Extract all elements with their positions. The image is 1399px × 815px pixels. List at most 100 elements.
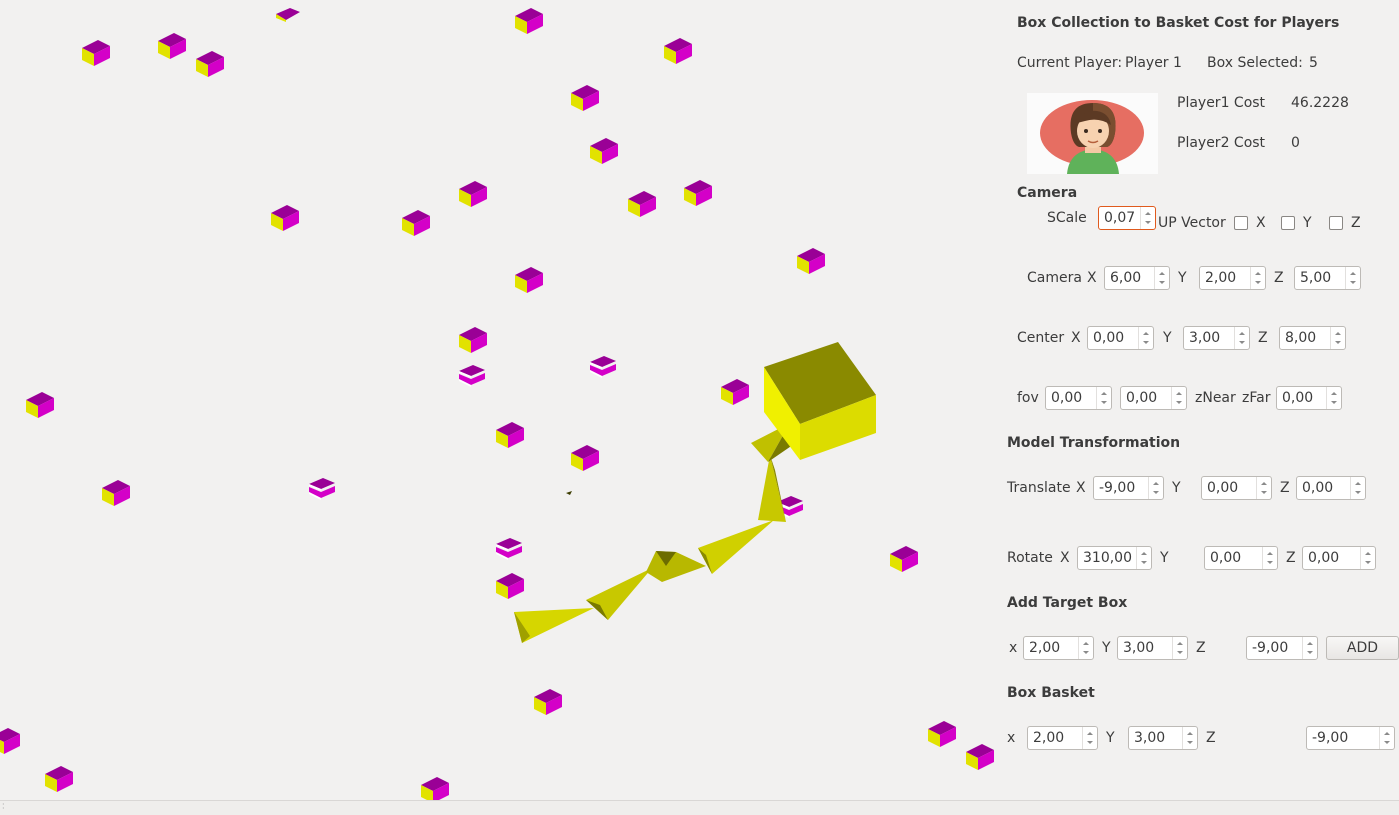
up-z-label: Z — [1351, 215, 1361, 231]
translate-x-value: -9,00 — [1099, 480, 1136, 496]
spin-arrows-icon[interactable] — [1379, 727, 1394, 749]
target-y-value: 3,00 — [1123, 640, 1155, 656]
panel-title: Box Collection to Basket Cost for Player… — [1017, 15, 1340, 31]
spin-arrows-icon[interactable] — [1250, 267, 1265, 289]
resize-grip-icon[interactable]: · · — [2, 801, 6, 813]
basket-y-value: 3,00 — [1134, 730, 1166, 746]
yellow-path — [514, 423, 800, 643]
gl-viewport[interactable] — [0, 0, 1000, 800]
player-avatar — [1027, 93, 1158, 174]
scale-label: SCale — [1047, 210, 1087, 226]
spin-arrows-icon[interactable] — [1256, 477, 1271, 499]
fov-spinbox[interactable]: 0,00 — [1045, 386, 1112, 410]
basket-y-label: Y — [1106, 730, 1115, 746]
spin-arrows-icon[interactable] — [1234, 327, 1249, 349]
up-z-checkbox[interactable] — [1329, 216, 1343, 230]
add-target-box-heading: Add Target Box — [1007, 595, 1128, 611]
center-z-value: 8,00 — [1285, 330, 1317, 346]
fov-value: 0,00 — [1051, 390, 1083, 406]
center-x-spinbox[interactable]: 0,00 — [1087, 326, 1154, 350]
spin-arrows-icon[interactable] — [1138, 327, 1153, 349]
cam-y-label: Y — [1178, 270, 1187, 286]
basket-z-value: -9,00 — [1312, 730, 1349, 746]
status-bar: · · — [0, 800, 1399, 815]
basket-z-spinbox[interactable]: -9,00 — [1306, 726, 1395, 750]
center-x-label: X — [1071, 330, 1081, 346]
spin-arrows-icon[interactable] — [1360, 547, 1375, 569]
spin-arrows-icon[interactable] — [1350, 477, 1365, 499]
fov-secondary-spinbox[interactable]: 0,00 — [1120, 386, 1187, 410]
box-selected-label: Box Selected: — [1207, 55, 1303, 71]
model-transformation-heading: Model Transformation — [1007, 435, 1181, 451]
rotate-x-spinbox[interactable]: 310,00 — [1077, 546, 1152, 570]
spin-arrows-icon[interactable] — [1171, 387, 1186, 409]
rotate-label: Rotate — [1007, 550, 1053, 566]
rotate-y-value: 0,00 — [1210, 550, 1242, 566]
target-x-label: x — [1009, 640, 1018, 656]
rotate-y-label: Y — [1160, 550, 1169, 566]
add-button[interactable]: ADD — [1326, 636, 1399, 660]
rotate-x-value: 310,00 — [1083, 550, 1132, 566]
translate-x-label: X — [1076, 480, 1086, 496]
rotate-y-spinbox[interactable]: 0,00 — [1204, 546, 1278, 570]
rotate-z-spinbox[interactable]: 0,00 — [1302, 546, 1376, 570]
spin-arrows-icon[interactable] — [1302, 637, 1317, 659]
basket-x-spinbox[interactable]: 2,00 — [1027, 726, 1098, 750]
translate-z-label: Z — [1280, 480, 1290, 496]
current-player-value: Player 1 — [1125, 55, 1182, 71]
translate-z-spinbox[interactable]: 0,00 — [1296, 476, 1366, 500]
center-y-value: 3,00 — [1189, 330, 1221, 346]
up-x-label: X — [1256, 215, 1266, 231]
spin-arrows-icon[interactable] — [1172, 637, 1187, 659]
translate-label: Translate — [1007, 480, 1071, 496]
cam-z-spinbox[interactable]: 5,00 — [1294, 266, 1361, 290]
spin-arrows-icon[interactable] — [1345, 267, 1360, 289]
scene-canvas — [0, 8, 994, 800]
basket-x-label: x — [1007, 730, 1016, 746]
center-x-value: 0,00 — [1093, 330, 1125, 346]
translate-x-spinbox[interactable]: -9,00 — [1093, 476, 1164, 500]
center-z-spinbox[interactable]: 8,00 — [1279, 326, 1346, 350]
target-z-spinbox[interactable]: -9,00 — [1246, 636, 1318, 660]
box-basket-heading: Box Basket — [1007, 685, 1095, 701]
spin-arrows-icon[interactable] — [1140, 207, 1155, 229]
spin-arrows-icon[interactable] — [1330, 327, 1345, 349]
cam-y-value: 2,00 — [1205, 270, 1237, 286]
zfar-spinbox[interactable]: 0,00 — [1276, 386, 1342, 410]
spin-arrows-icon[interactable] — [1082, 727, 1097, 749]
translate-y-spinbox[interactable]: 0,00 — [1201, 476, 1272, 500]
spin-arrows-icon[interactable] — [1262, 547, 1277, 569]
target-x-spinbox[interactable]: 2,00 — [1023, 636, 1094, 660]
center-y-spinbox[interactable]: 3,00 — [1183, 326, 1250, 350]
target-z-label: Z — [1196, 640, 1206, 656]
current-player-label: Current Player: — [1017, 55, 1123, 71]
up-y-checkbox[interactable] — [1281, 216, 1295, 230]
cam-x-spinbox[interactable]: 6,00 — [1104, 266, 1170, 290]
spin-arrows-icon[interactable] — [1136, 547, 1151, 569]
translate-y-value: 0,00 — [1207, 480, 1239, 496]
center-z-label: Z — [1258, 330, 1268, 346]
rotate-z-label: Z — [1286, 550, 1296, 566]
center-y-label: Y — [1163, 330, 1172, 346]
spin-arrows-icon[interactable] — [1078, 637, 1093, 659]
cam-z-label: Z — [1274, 270, 1284, 286]
target-y-spinbox[interactable]: 3,00 — [1117, 636, 1188, 660]
fov-secondary-value: 0,00 — [1126, 390, 1158, 406]
zfar-label: zFar — [1242, 390, 1271, 406]
rotate-x-label: X — [1060, 550, 1070, 566]
fov-label: fov — [1017, 390, 1039, 406]
spin-arrows-icon[interactable] — [1148, 477, 1163, 499]
scale-spinbox[interactable]: 0,07 — [1098, 206, 1156, 230]
up-x-checkbox[interactable] — [1234, 216, 1248, 230]
translate-y-label: Y — [1172, 480, 1181, 496]
spin-arrows-icon[interactable] — [1326, 387, 1341, 409]
basket-y-spinbox[interactable]: 3,00 — [1128, 726, 1198, 750]
cam-y-spinbox[interactable]: 2,00 — [1199, 266, 1266, 290]
spin-arrows-icon[interactable] — [1154, 267, 1169, 289]
center-label: Center — [1017, 330, 1065, 346]
spin-arrows-icon[interactable] — [1182, 727, 1197, 749]
camera-position-label: Camera — [1027, 270, 1082, 286]
camera-heading: Camera — [1017, 185, 1078, 201]
spin-arrows-icon[interactable] — [1096, 387, 1111, 409]
box-selected-value: 5 — [1309, 55, 1318, 71]
